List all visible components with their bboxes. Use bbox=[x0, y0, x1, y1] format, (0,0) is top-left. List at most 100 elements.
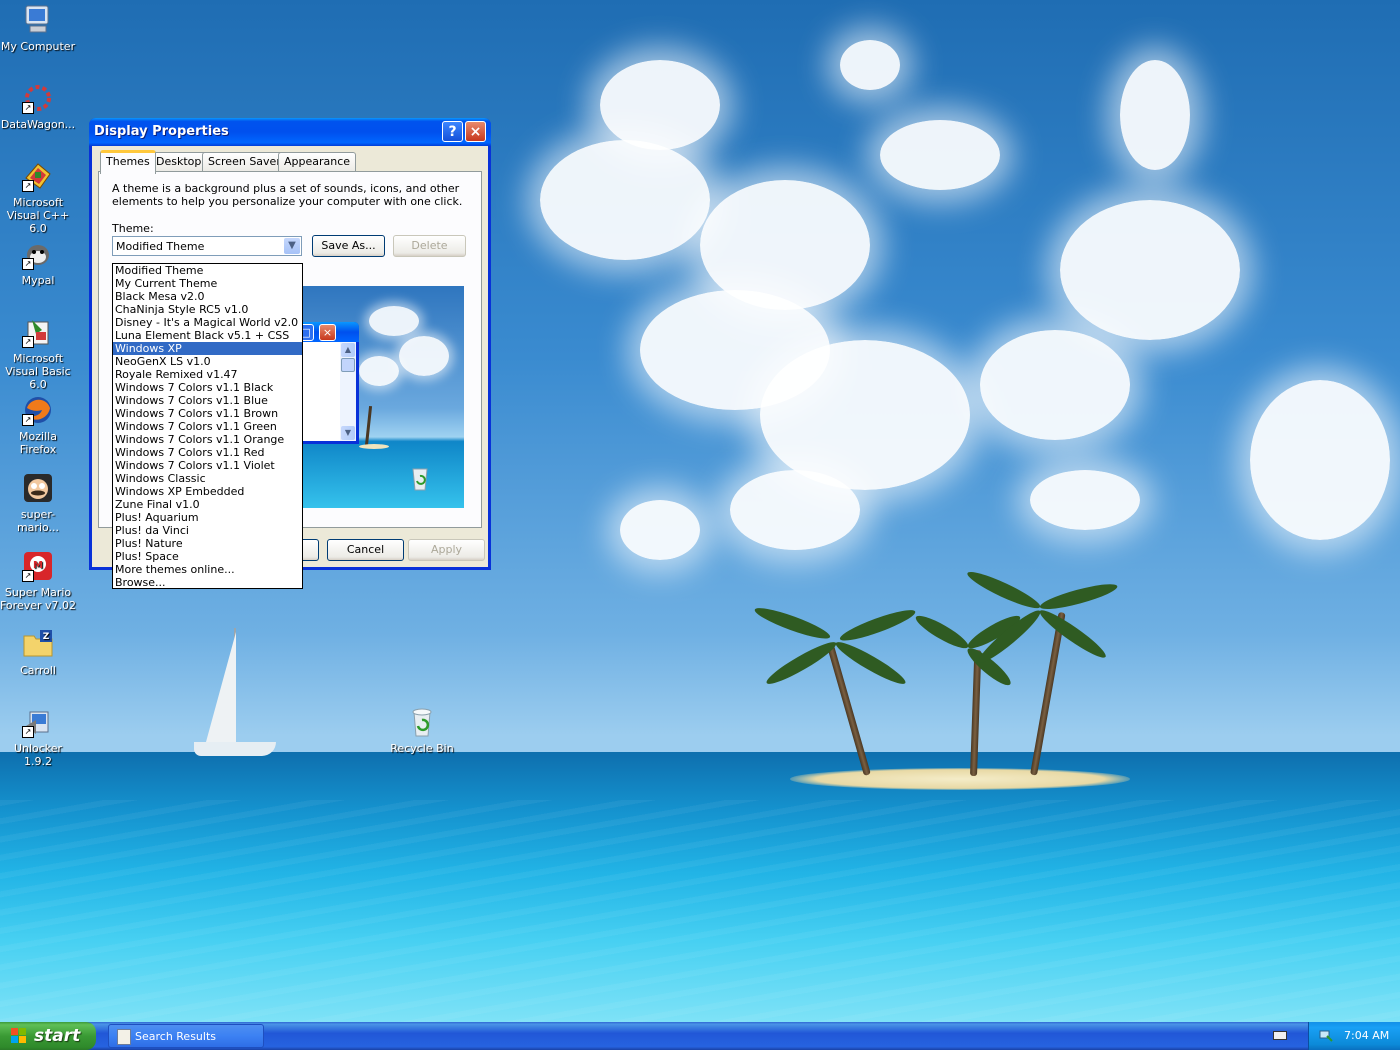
datawagon-icon: ↗ bbox=[22, 82, 54, 114]
theme-option[interactable]: Windows 7 Colors v1.1 Red bbox=[113, 446, 302, 459]
theme-option[interactable]: Zune Final v1.0 bbox=[113, 498, 302, 511]
shortcut-arrow-icon: ↗ bbox=[22, 570, 34, 582]
desktop-icon-super-mario[interactable]: super-mario... bbox=[0, 472, 76, 534]
palm-frond bbox=[1035, 605, 1110, 663]
taskbar: start Search Results 7:04 AM bbox=[0, 1022, 1400, 1050]
preview-cloud bbox=[399, 336, 449, 376]
taskbar-item-label: Search Results bbox=[135, 1030, 217, 1043]
chevron-down-icon[interactable]: ▼ bbox=[284, 238, 300, 254]
shortcut-arrow-icon: ↗ bbox=[22, 726, 34, 738]
desktop-icon-visual-cpp[interactable]: ↗ Microsoft Visual C++ 6.0 bbox=[0, 160, 76, 235]
mario-face-icon bbox=[22, 472, 54, 504]
theme-dropdown-list[interactable]: Modified Theme My Current Theme Black Mesa… bbox=[112, 263, 303, 589]
desktop-icon-my-computer[interactable]: My Computer bbox=[0, 4, 76, 53]
unlocker-icon: ↗ bbox=[22, 706, 54, 738]
icon-label: Microsoft Visual C++ 6.0 bbox=[6, 196, 70, 235]
theme-option[interactable]: Windows Classic bbox=[113, 472, 302, 485]
cloud bbox=[1120, 60, 1190, 170]
desktop-icon-super-mario-forever[interactable]: M ↗ Super Mario Forever v7.02 bbox=[0, 550, 76, 612]
desktop-icon-mypal[interactable]: ↗ Mypal bbox=[0, 238, 76, 287]
theme-option[interactable]: More themes online... bbox=[113, 563, 302, 576]
cloud bbox=[730, 470, 860, 550]
theme-option[interactable]: Plus! Space bbox=[113, 550, 302, 563]
theme-option[interactable]: Windows XP bbox=[113, 342, 302, 355]
preview-palm bbox=[364, 405, 373, 447]
theme-option[interactable]: Modified Theme bbox=[113, 264, 302, 277]
theme-select[interactable]: Modified Theme ▼ bbox=[112, 236, 302, 256]
close-button[interactable]: × bbox=[465, 121, 486, 142]
zipped-folder-icon: Z bbox=[22, 628, 54, 660]
theme-option[interactable]: Windows 7 Colors v1.1 Blue bbox=[113, 394, 302, 407]
delete-button[interactable]: Delete bbox=[393, 235, 466, 257]
theme-option[interactable]: Plus! Nature bbox=[113, 537, 302, 550]
sailboat-hull bbox=[194, 742, 276, 756]
cloud bbox=[540, 140, 710, 260]
svg-text:M: M bbox=[33, 560, 43, 571]
cloud bbox=[1250, 380, 1390, 540]
icon-label: Unlocker 1.9.2 bbox=[13, 742, 63, 768]
cloud bbox=[880, 120, 1000, 190]
preview-cloud bbox=[369, 306, 419, 336]
desktop-icon-carroll[interactable]: Z Carroll bbox=[0, 628, 76, 677]
desktop-icon-unlocker[interactable]: ↗ Unlocker 1.9.2 bbox=[0, 706, 76, 768]
preview-window: □ × ▲ ▼ bbox=[299, 322, 359, 444]
palm-frond bbox=[964, 566, 1043, 614]
theme-option[interactable]: Royale Remixed v1.47 bbox=[113, 368, 302, 381]
theme-option[interactable]: Plus! da Vinci bbox=[113, 524, 302, 537]
theme-preview: □ × ▲ ▼ bbox=[299, 286, 464, 508]
help-button[interactable]: ? bbox=[442, 121, 463, 142]
icon-label: Mypal bbox=[21, 274, 55, 287]
cloud bbox=[1060, 200, 1240, 340]
visual-basic-icon: ↗ bbox=[22, 316, 54, 348]
theme-option[interactable]: My Current Theme bbox=[113, 277, 302, 290]
desktop-icon-recycle-bin[interactable]: Recycle Bin bbox=[384, 706, 460, 755]
tab-appearance[interactable]: Appearance bbox=[278, 152, 357, 171]
preview-title-bar: □ × bbox=[299, 322, 359, 342]
theme-option[interactable]: Windows 7 Colors v1.1 Green bbox=[113, 420, 302, 433]
tab-screen-saver[interactable]: Screen Saver bbox=[202, 152, 287, 171]
theme-option[interactable]: Windows 7 Colors v1.1 Violet bbox=[113, 459, 302, 472]
desktop-icon-datawagon[interactable]: ↗ DataWagon... bbox=[0, 82, 76, 131]
taskbar-item-search-results[interactable]: Search Results bbox=[108, 1024, 264, 1048]
desktop-icon-visual-basic[interactable]: ↗ Microsoft Visual Basic 6.0 bbox=[0, 316, 76, 391]
shortcut-arrow-icon: ↗ bbox=[22, 258, 34, 270]
theme-option[interactable]: Disney - It's a Magical World v2.0 bbox=[113, 316, 302, 329]
apply-button[interactable]: Apply bbox=[408, 539, 485, 561]
preview-close-icon: × bbox=[319, 324, 336, 341]
network-icon[interactable] bbox=[1319, 1028, 1333, 1042]
theme-option[interactable]: Windows XP Embedded bbox=[113, 485, 302, 498]
desktop-icon-firefox[interactable]: ↗ Mozilla Firefox bbox=[0, 394, 76, 456]
icon-label: Carroll bbox=[20, 664, 56, 677]
icon-label: My Computer bbox=[0, 40, 76, 53]
keyboard-icon[interactable] bbox=[1273, 1031, 1287, 1040]
theme-description: A theme is a background plus a set of so… bbox=[112, 182, 463, 208]
preview-scrollbar: ▲ ▼ bbox=[340, 342, 356, 441]
start-button[interactable]: start bbox=[0, 1022, 96, 1050]
theme-option[interactable]: NeoGenX LS v1.0 bbox=[113, 355, 302, 368]
mypal-icon: ↗ bbox=[22, 238, 54, 270]
icon-label: Microsoft Visual Basic 6.0 bbox=[5, 352, 71, 391]
cancel-button[interactable]: Cancel bbox=[327, 539, 404, 561]
sea-sparkle bbox=[0, 800, 1400, 1022]
theme-option[interactable]: Plus! Aquarium bbox=[113, 511, 302, 524]
scroll-up-icon: ▲ bbox=[341, 343, 355, 357]
palm-frond bbox=[1038, 579, 1120, 614]
theme-option[interactable]: Browse... bbox=[113, 576, 302, 589]
title-bar[interactable]: Display Properties ? × bbox=[89, 118, 491, 146]
icon-label: Super Mario Forever v7.02 bbox=[0, 586, 77, 612]
theme-option[interactable]: Black Mesa v2.0 bbox=[113, 290, 302, 303]
theme-option[interactable]: Windows 7 Colors v1.1 Orange bbox=[113, 433, 302, 446]
theme-select-value: Modified Theme bbox=[116, 240, 205, 253]
windows-flag-icon bbox=[11, 1028, 26, 1043]
tab-themes[interactable]: Themes bbox=[100, 150, 156, 174]
theme-option[interactable]: ChaNinja Style RC5 v1.0 bbox=[113, 303, 302, 316]
theme-option[interactable]: Windows 7 Colors v1.1 Black bbox=[113, 381, 302, 394]
palm-frond bbox=[912, 610, 972, 654]
cloud bbox=[1030, 470, 1140, 530]
theme-option[interactable]: Windows 7 Colors v1.1 Brown bbox=[113, 407, 302, 420]
visual-cpp-icon: ↗ bbox=[22, 160, 54, 192]
tab-desktop[interactable]: Desktop bbox=[150, 152, 208, 171]
clock[interactable]: 7:04 AM bbox=[1344, 1029, 1389, 1042]
theme-option[interactable]: Luna Element Black v5.1 + CSS bbox=[113, 329, 302, 342]
save-as-button[interactable]: Save As... bbox=[312, 235, 385, 257]
